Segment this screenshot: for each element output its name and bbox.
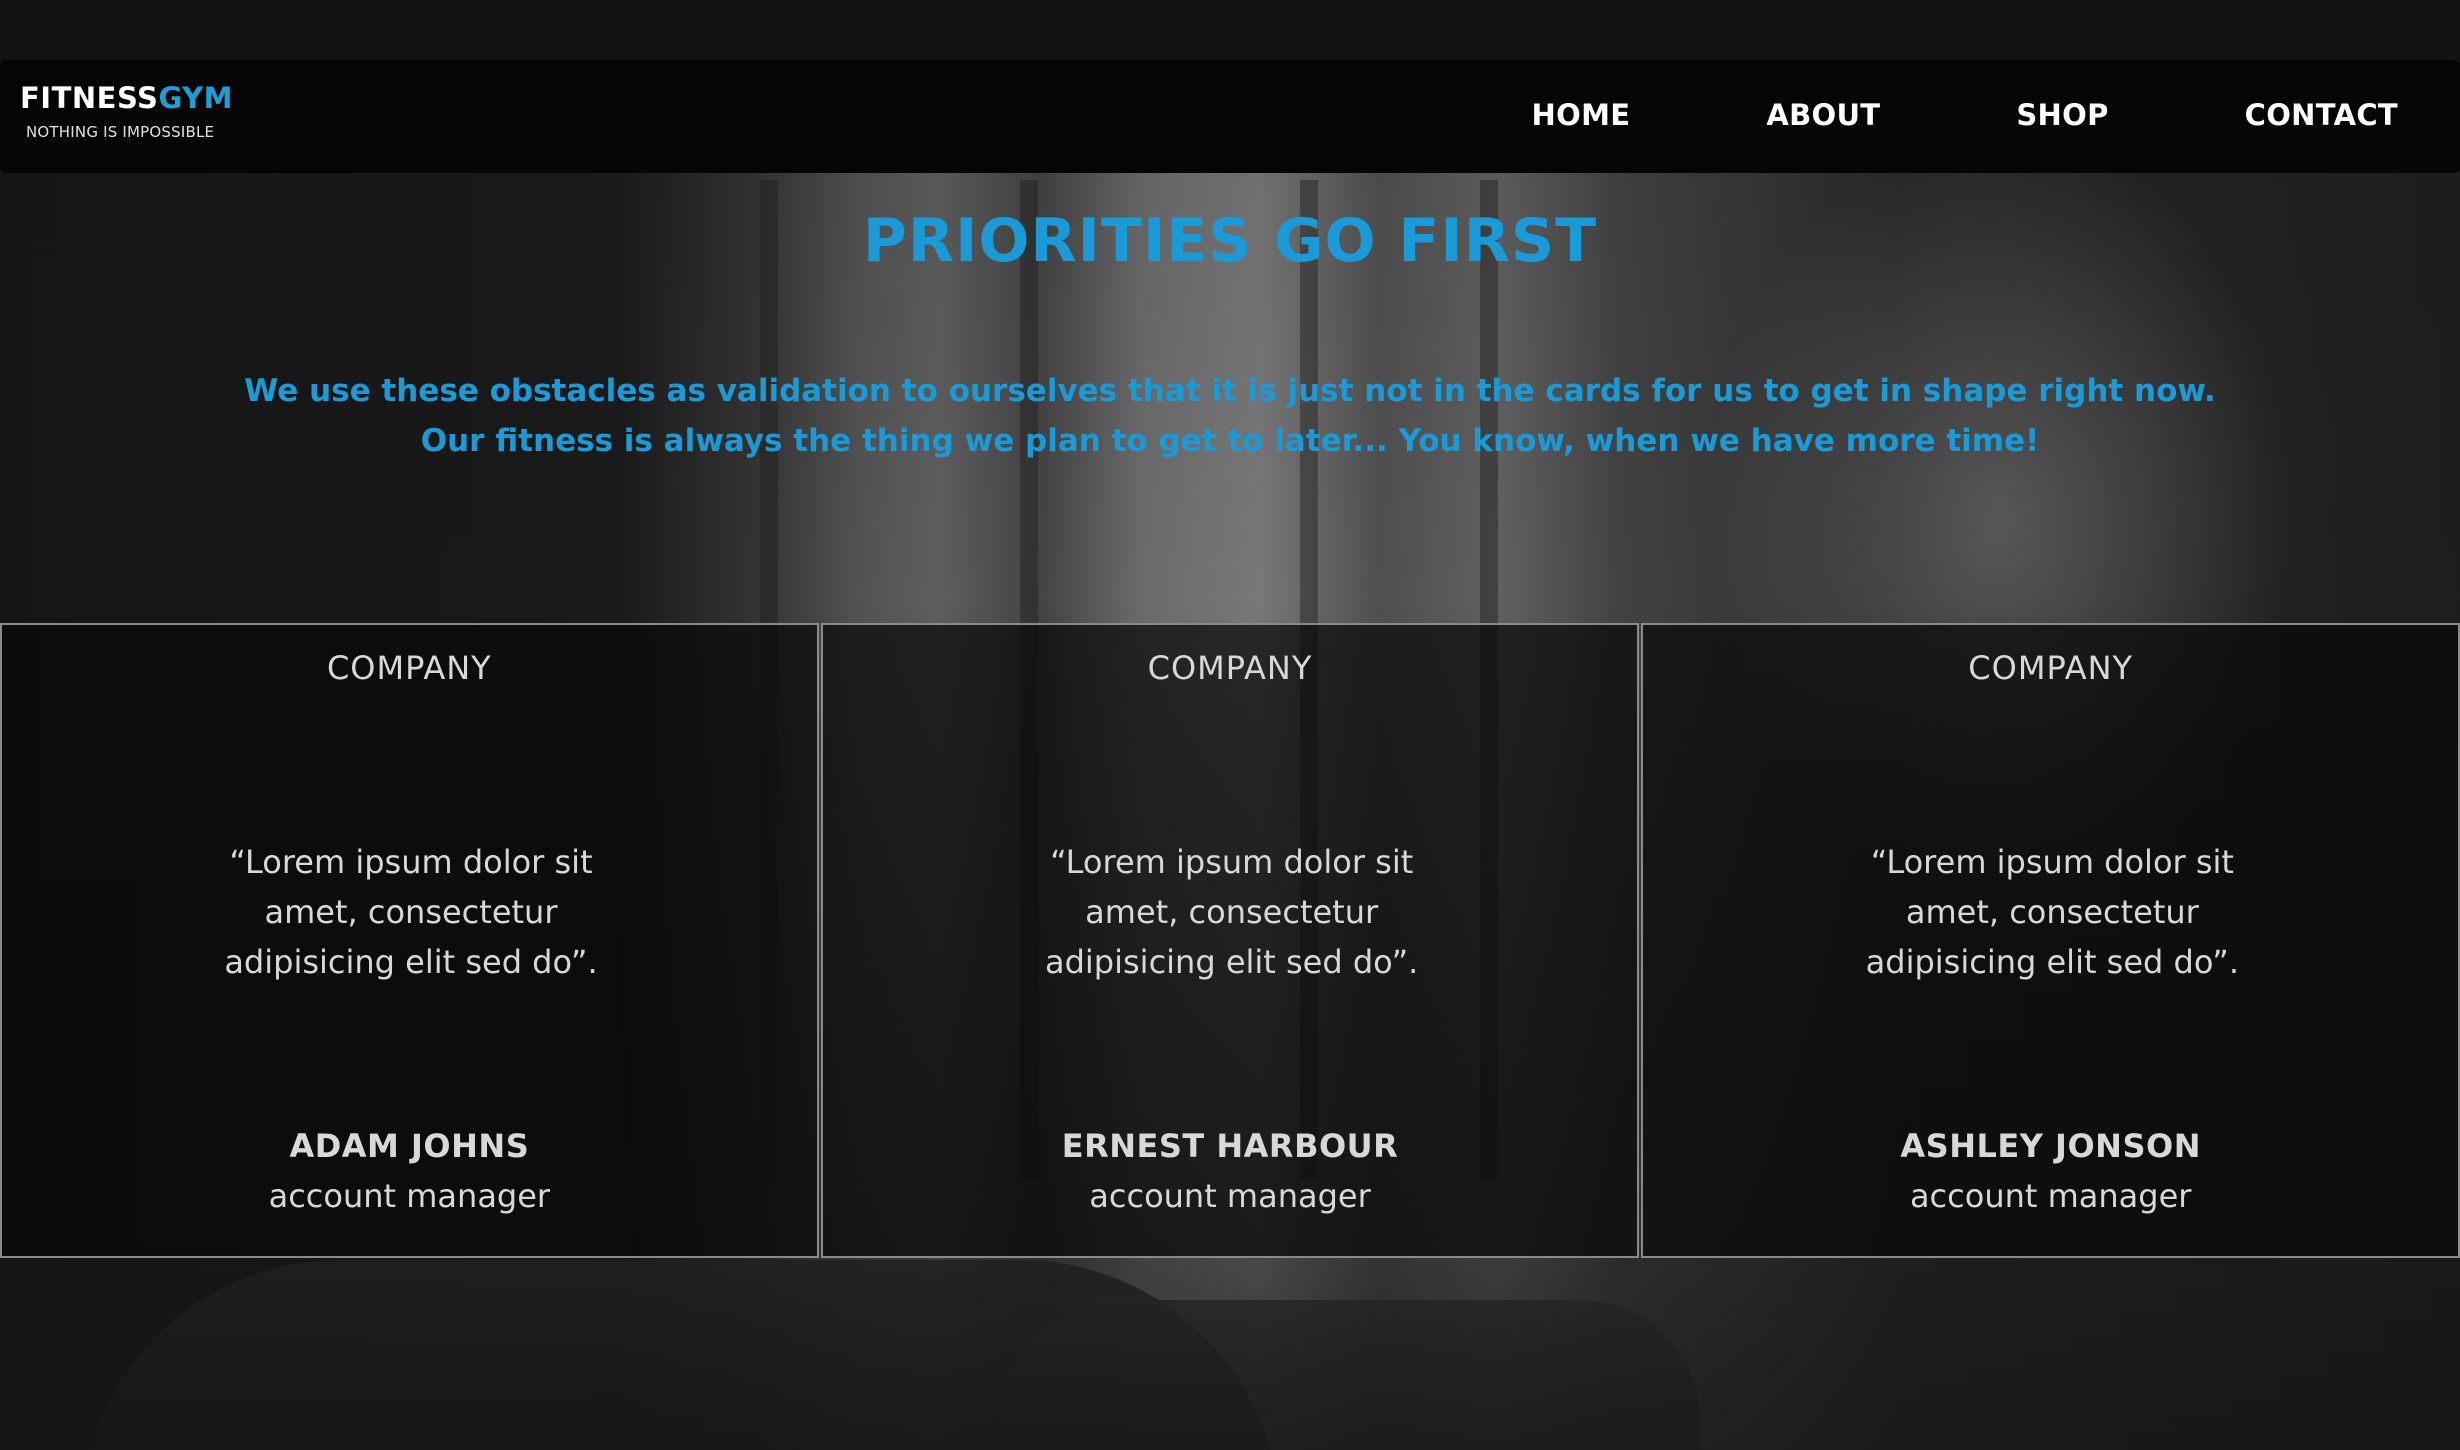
testimonial-card: COMPANY “Lorem ipsum dolor sit amet, con… xyxy=(1641,623,2460,1258)
brand-name-primary: FITNESS xyxy=(20,81,159,115)
card-person-name: ERNEST HARBOUR xyxy=(1061,1127,1399,1165)
brand-logo[interactable]: FITNESSGYM NOTHING IS IMPOSSIBLE xyxy=(20,84,233,142)
nav-item-home[interactable]: HOME xyxy=(1532,98,1631,132)
card-person-name: ADAM JOHNS xyxy=(289,1127,530,1165)
nav-item-shop[interactable]: SHOP xyxy=(2016,98,2108,132)
testimonial-card: COMPANY “Lorem ipsum dolor sit amet, con… xyxy=(820,623,1640,1258)
card-quote: “Lorem ipsum dolor sit amet, consectetur… xyxy=(1044,843,1419,981)
card-person-role: account manager xyxy=(1909,1177,2192,1215)
brand-name-accent: GYM xyxy=(158,81,233,115)
card-person-name: ASHLEY JONSON xyxy=(1900,1127,2201,1165)
main-nav: HOME ABOUT SHOP CONTACT xyxy=(1532,98,2398,132)
testimonial-card: COMPANY “Lorem ipsum dolor sit amet, con… xyxy=(0,623,819,1258)
brand-tagline: NOTHING IS IMPOSSIBLE xyxy=(26,123,215,141)
card-company: COMPANY xyxy=(326,649,492,687)
hero-title: PRIORITIES GO FIRST xyxy=(862,206,1598,276)
card-person-role: account manager xyxy=(268,1177,551,1215)
card-person-role: account manager xyxy=(1089,1177,1371,1215)
hero-text: We use these obstacles as validation to … xyxy=(244,373,2216,459)
nav-item-about[interactable]: ABOUT xyxy=(1766,98,1880,132)
card-company: COMPANY xyxy=(1968,649,2134,687)
brand-name: FITNESSGYM xyxy=(20,84,233,113)
top-strip xyxy=(0,0,2460,60)
navbar: FITNESSGYM NOTHING IS IMPOSSIBLE HOME AB… xyxy=(0,60,2460,173)
card-quote: “Lorem ipsum dolor sit amet, consectetur… xyxy=(1865,843,2240,981)
page: FITNESSGYM NOTHING IS IMPOSSIBLE HOME AB… xyxy=(0,0,2460,1450)
card-company: COMPANY xyxy=(1147,649,1313,687)
nav-item-contact[interactable]: CONTACT xyxy=(2245,98,2398,132)
testimonial-cards: COMPANY “Lorem ipsum dolor sit amet, con… xyxy=(0,623,2460,1258)
card-quote: “Lorem ipsum dolor sit amet, consectetur… xyxy=(224,843,598,981)
